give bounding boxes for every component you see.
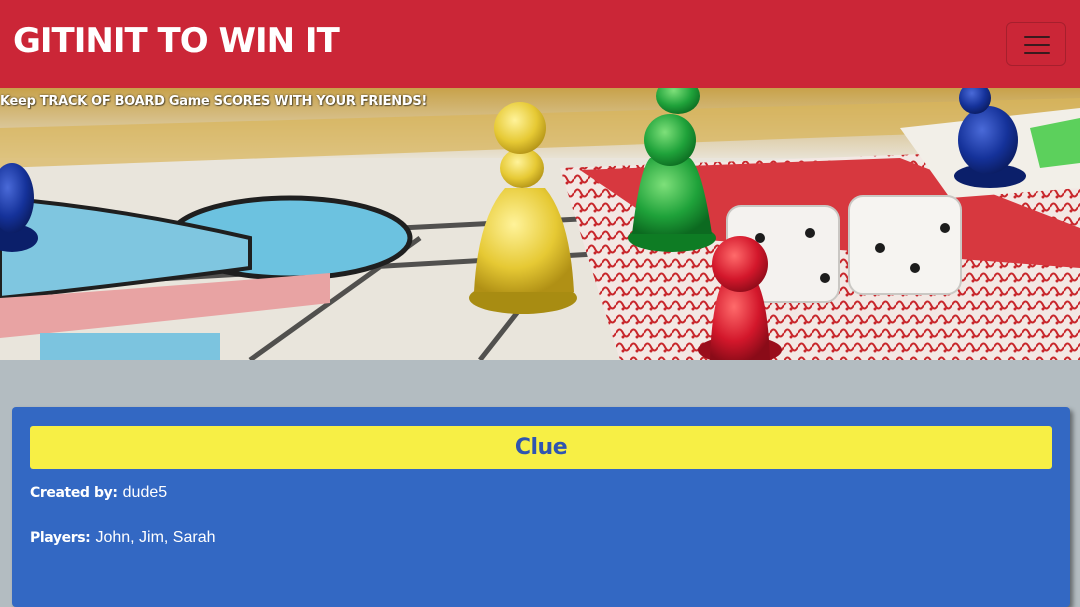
hamburger-icon [1024, 35, 1050, 55]
menu-toggle-button[interactable] [1006, 22, 1066, 66]
created-by-value: dude5 [122, 484, 168, 501]
players-row: Players: John, Jim, Sarah [30, 526, 216, 549]
hero-tagline: Keep TRACK OF BOARD Game SCORES WITH YOU… [0, 94, 428, 109]
game-title[interactable]: Clue [30, 426, 1052, 469]
game-card[interactable]: Clue Created by: dude5 Players: John, Ji… [12, 407, 1070, 607]
navbar: GITINIT TO WIN IT [0, 0, 1080, 88]
game-title-bar: Clue [30, 426, 1052, 469]
created-by-row: Created by: dude5 [30, 481, 167, 504]
brand-title[interactable]: GITINIT TO WIN IT [13, 19, 340, 63]
players-label: Players: [30, 530, 91, 546]
hero-banner-image [0, 88, 1080, 360]
players-value: John, Jim, Sarah [95, 529, 216, 546]
created-by-label: Created by: [30, 485, 118, 501]
